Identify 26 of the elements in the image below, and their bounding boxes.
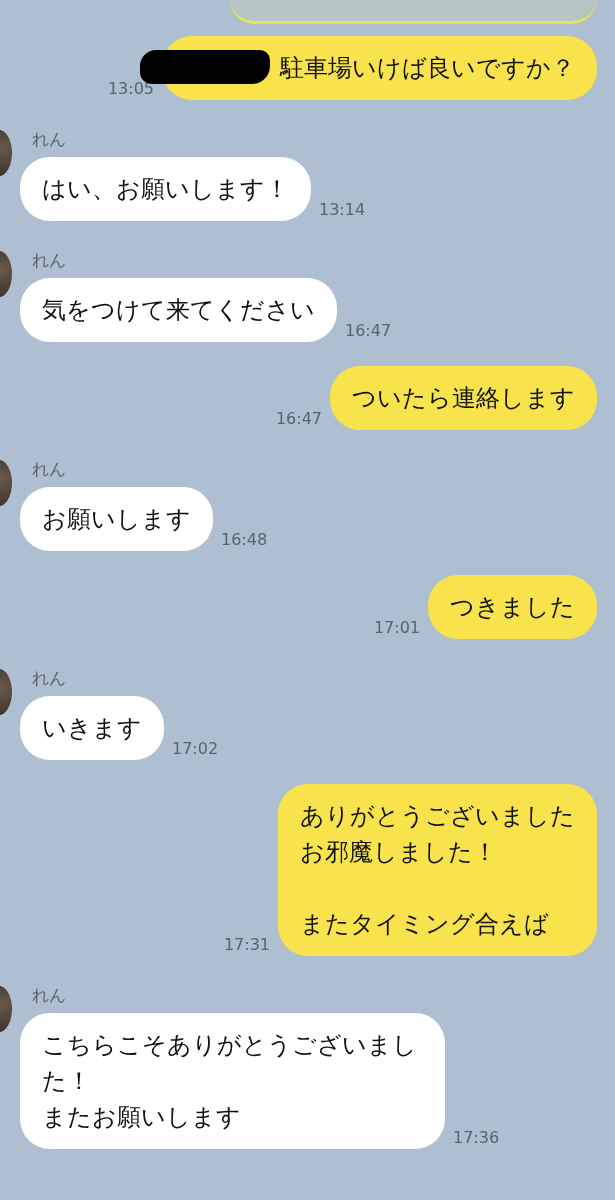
timestamp: 13:05 bbox=[107, 79, 154, 100]
timestamp: 16:47 bbox=[345, 321, 392, 342]
timestamp: 16:48 bbox=[221, 530, 268, 551]
sender-name: れん bbox=[32, 667, 67, 690]
sender-name: れん bbox=[32, 458, 67, 481]
timestamp: 13:14 bbox=[319, 200, 366, 221]
timestamp: 17:02 bbox=[172, 739, 219, 760]
timestamp: 17:36 bbox=[453, 1128, 500, 1149]
message-text: こちらこそありがとうございました！ bbox=[42, 1030, 418, 1097]
message-text: いきます bbox=[42, 713, 142, 744]
message-text: お邪魔しました！ bbox=[300, 837, 498, 868]
message-text: はい、お願いします！ bbox=[42, 174, 289, 205]
message-text: お願いします bbox=[42, 504, 191, 535]
sender-name: れん bbox=[32, 984, 67, 1007]
timestamp: 17:31 bbox=[223, 935, 270, 956]
message-text: 駐車場いけば良いですか？ bbox=[280, 53, 575, 84]
sender-name: れん bbox=[32, 128, 67, 151]
message-text: ついたら連絡します bbox=[352, 383, 575, 414]
sender-name: れん bbox=[32, 249, 67, 272]
message-text: またタイミング合えば bbox=[300, 909, 550, 940]
message-text: つきました bbox=[450, 592, 575, 623]
message-text: ありがとうございました bbox=[300, 801, 575, 832]
message-text: 気をつけて来てください bbox=[42, 295, 315, 326]
timestamp: 16:47 bbox=[275, 409, 322, 430]
message-text: またお願いします bbox=[42, 1102, 242, 1133]
timestamp: 17:01 bbox=[373, 618, 420, 639]
